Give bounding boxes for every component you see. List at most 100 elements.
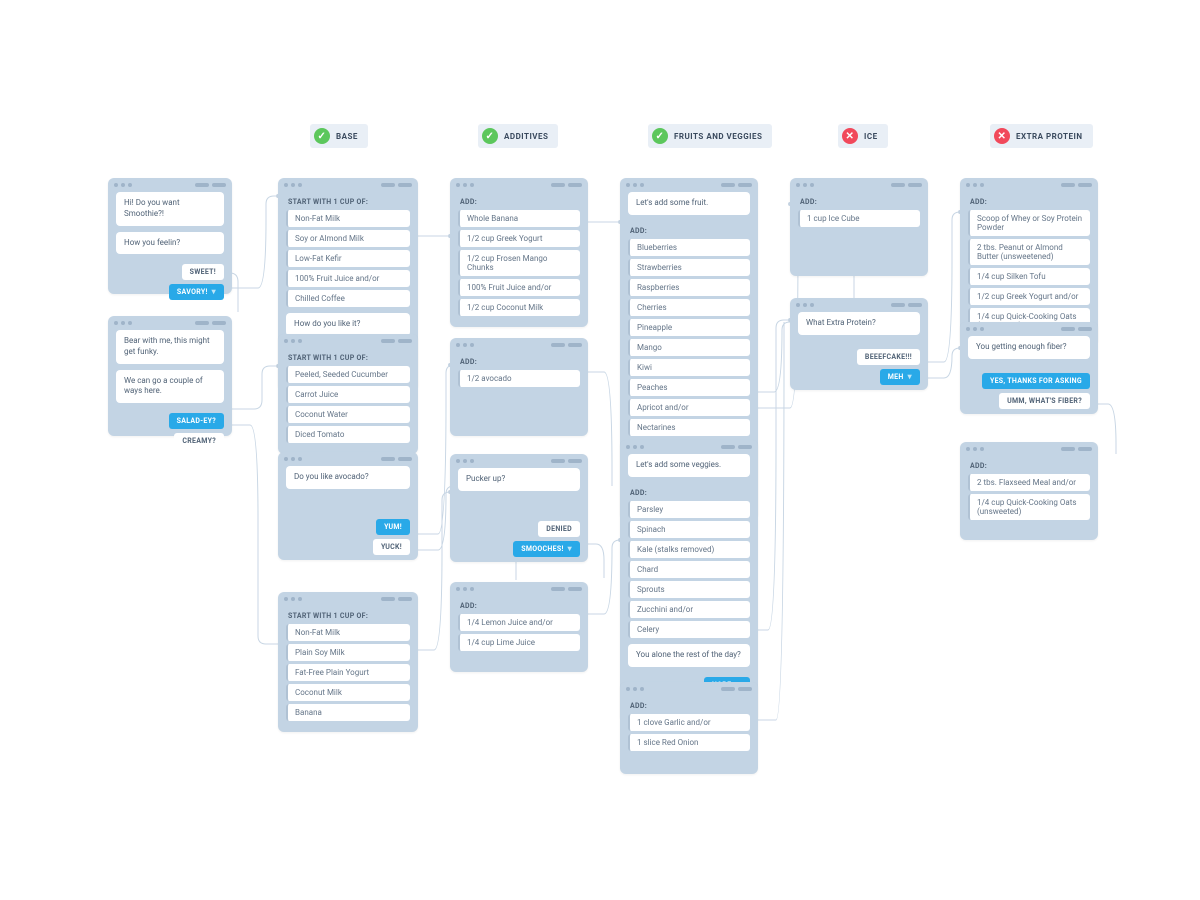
list-heading: ADD: <box>968 192 1090 210</box>
list-item: Peeled, Seeded Cucumber <box>286 366 410 383</box>
card-topbar <box>450 178 588 192</box>
card-avocado-q: Do you like avocado? YUM! YUCK! <box>278 452 418 560</box>
list-item: Strawberries <box>628 259 750 276</box>
section-label: EXTRA PROTEIN <box>1016 132 1083 141</box>
list-item: Kale (stalks removed) <box>628 541 750 558</box>
section-header-additives: ✓ ADDITIVES <box>478 124 558 148</box>
card-pucker: Pucker up? DENIED SMOOCHES!▾ <box>450 454 588 562</box>
card-base-salad: START WITH 1 CUP OF: Peeled, Seeded Cucu… <box>278 334 418 454</box>
list-heading: ADD: <box>628 696 750 714</box>
message: Let's add some veggies. <box>628 454 750 477</box>
card-topbar <box>790 178 928 192</box>
card-topbar <box>620 440 758 454</box>
choice-sweet[interactable]: SWEET! <box>182 264 224 280</box>
list-item: 100% Fruit Juice and/or <box>286 270 410 287</box>
card-topbar <box>108 316 232 330</box>
card-additive-citrus: ADD: 1/4 Lemon Juice and/or 1/4 cup Lime… <box>450 582 588 672</box>
choice-beefcake[interactable]: BEEEFCAKE!!! <box>857 349 920 365</box>
choice-denied[interactable]: DENIED <box>538 521 580 537</box>
list-item: Nectarines <box>628 419 750 436</box>
list-item: Peaches <box>628 379 750 396</box>
card-topbar <box>450 582 588 596</box>
list-heading: START WITH 1 CUP OF: <box>286 348 410 366</box>
choice-what-fiber[interactable]: UMM, WHAT'S FIBER? <box>999 393 1090 409</box>
list-heading: ADD: <box>458 192 580 210</box>
check-icon: ✓ <box>482 128 498 144</box>
list-item: Apricot and/or <box>628 399 750 416</box>
card-topbar <box>450 338 588 352</box>
message: Let's add some fruit. <box>628 192 750 215</box>
card-topbar <box>620 178 758 192</box>
list-item: Low-Fat Kefir <box>286 250 410 267</box>
card-topbar <box>960 322 1098 336</box>
message: We can go a couple of ways here. <box>116 370 224 404</box>
list-item: Banana <box>286 704 410 721</box>
section-label: FRUITS AND VEGGIES <box>674 132 762 141</box>
list-item: Mango <box>628 339 750 356</box>
message: What Extra Protein? <box>798 312 920 335</box>
card-garlic: ADD: 1 clove Garlic and/or 1 slice Red O… <box>620 682 758 774</box>
list-item: 1/4 cup Lime Juice <box>458 634 580 651</box>
card-fiber-q: You getting enough fiber? YES, THANKS FO… <box>960 322 1098 414</box>
card-topbar <box>278 178 418 192</box>
section-header-base: ✓ BASE <box>310 124 368 148</box>
message: You getting enough fiber? <box>968 336 1090 359</box>
card-additive-avocado: ADD: 1/2 avocado <box>450 338 588 436</box>
list-item: 1/4 Lemon Juice and/or <box>458 614 580 631</box>
choice-savory[interactable]: SAVORY!▾ <box>169 284 224 300</box>
list-heading: ADD: <box>628 221 750 239</box>
choice-yuck[interactable]: YUCK! <box>373 539 410 555</box>
list-heading: START WITH 1 CUP OF: <box>286 606 410 624</box>
card-ice: ADD: 1 cup Ice Cube <box>790 178 928 276</box>
section-label: BASE <box>336 132 358 141</box>
list-heading: ADD: <box>968 456 1090 474</box>
list-item: Parsley <box>628 501 750 518</box>
list-item: Blueberries <box>628 239 750 256</box>
card-fiber-add: ADD: 2 tbs. Flaxseed Meal and/or 1/4 cup… <box>960 442 1098 540</box>
section-header-fruits: ✓ FRUITS AND VEGGIES <box>648 124 772 148</box>
choice-creamy[interactable]: CREAMY? <box>174 433 224 449</box>
list-item: Coconut Milk <box>286 684 410 701</box>
message: You alone the rest of the day? <box>628 644 750 667</box>
choice-yes-fiber[interactable]: YES, THANKS FOR ASKING <box>982 373 1090 389</box>
list-heading: START WITH 1 CUP OF: <box>286 192 410 210</box>
card-topbar <box>450 454 588 468</box>
card-topbar <box>960 178 1098 192</box>
x-icon: ✕ <box>994 128 1010 144</box>
flow-canvas: ✓ BASE ✓ ADDITIVES ✓ FRUITS AND VEGGIES … <box>0 0 1200 900</box>
message: Do you like avocado? <box>286 466 410 489</box>
list-item: 1/2 cup Greek Yogurt <box>458 230 580 247</box>
list-item: Plain Soy Milk <box>286 644 410 661</box>
list-heading: ADD: <box>798 192 920 210</box>
list-item: 1 cup Ice Cube <box>798 210 920 227</box>
list-item: Scoop of Whey or Soy Protein Powder <box>968 210 1090 236</box>
choice-saladey[interactable]: SALAD-EY? <box>169 413 224 429</box>
list-item: 1/4 cup Quick-Cooking Oats (unsweeted) <box>968 494 1090 520</box>
list-item: Chilled Coffee <box>286 290 410 307</box>
card-base-creamy: START WITH 1 CUP OF: Non-Fat Milk Plain … <box>278 592 418 732</box>
list-item: Chard <box>628 561 750 578</box>
list-item: Non-Fat Milk <box>286 624 410 641</box>
check-icon: ✓ <box>652 128 668 144</box>
list-item: Fat-Free Plain Yogurt <box>286 664 410 681</box>
list-item: 1 clove Garlic and/or <box>628 714 750 731</box>
card-topbar <box>790 298 928 312</box>
list-item: 100% Fruit Juice and/or <box>458 279 580 296</box>
list-item: Zucchini and/or <box>628 601 750 618</box>
list-item: Diced Tomato <box>286 426 410 443</box>
list-item: 2 tbs. Peanut or Almond Butter (unsweete… <box>968 239 1090 265</box>
list-item: Sprouts <box>628 581 750 598</box>
card-topbar <box>278 592 418 606</box>
check-icon: ✓ <box>314 128 330 144</box>
section-label: ICE <box>864 132 878 141</box>
card-veggies: Let's add some veggies. ADD: Parsley Spi… <box>620 440 758 721</box>
list-item: Kiwi <box>628 359 750 376</box>
card-topbar <box>278 334 418 348</box>
choice-smooches[interactable]: SMOOCHES!▾ <box>513 541 580 557</box>
choice-meh[interactable]: MEH▾ <box>880 369 920 385</box>
list-item: 1 slice Red Onion <box>628 734 750 751</box>
choice-yum[interactable]: YUM! <box>376 519 410 535</box>
list-item: 1/2 cup Greek Yogurt and/or <box>968 288 1090 305</box>
section-header-extra: ✕ EXTRA PROTEIN <box>990 124 1093 148</box>
list-item: 1/4 cup Silken Tofu <box>968 268 1090 285</box>
